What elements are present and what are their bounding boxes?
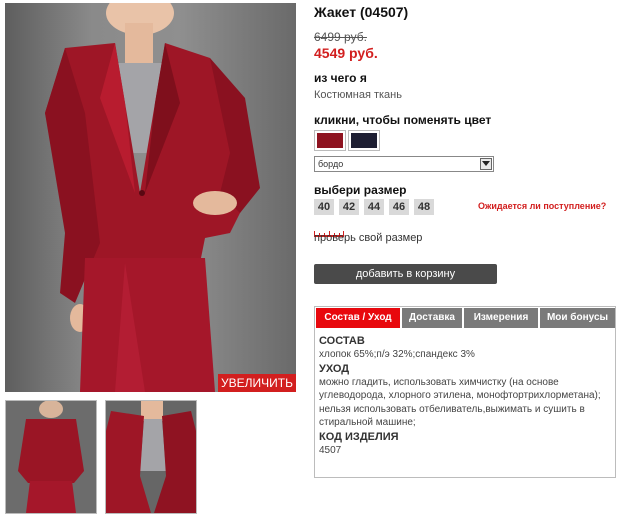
swatch-fill (317, 133, 343, 148)
jacket-photo-illustration (45, 3, 260, 392)
chevron-down-icon[interactable] (480, 158, 492, 170)
swatch-fill (351, 133, 377, 148)
tab-measurements[interactable]: Измерения (464, 308, 538, 328)
color-swatch-navy[interactable] (348, 130, 380, 151)
tab-delivery[interactable]: Доставка (402, 308, 462, 328)
thumbnail-front-illustration (106, 401, 196, 513)
material-value: Костюмная ткань (314, 89, 402, 101)
availability-link[interactable]: Ожидается ли поступление? (478, 201, 606, 211)
color-select[interactable]: бордо (314, 156, 494, 172)
tab-my-bonuses[interactable]: Мои бонусы (540, 308, 615, 328)
product-main-photo[interactable]: УВЕЛИЧИТЬ (5, 3, 296, 392)
thumbnail-back-illustration (6, 401, 96, 513)
size-label: выбери размер (314, 183, 407, 197)
thumbnail-back-view[interactable] (5, 400, 97, 514)
size-option-42[interactable]: 42 (339, 199, 359, 215)
check-size-link[interactable]: проверь свой размер (314, 232, 422, 244)
material-label: из чего я (314, 71, 367, 85)
color-swatch-bordo[interactable] (314, 130, 346, 151)
color-label: кликни, чтобы поменять цвет (314, 113, 492, 127)
tab-composition-care[interactable]: Состав / Уход (316, 308, 400, 328)
care-text: можно гладить, использовать химчистку (н… (319, 376, 601, 429)
product-title: Жакет (04507) (314, 4, 409, 20)
size-option-44[interactable]: 44 (364, 199, 384, 215)
composition-text: хлопок 65%;п/э 32%;спандекс 3% (319, 349, 475, 360)
color-select-value: бордо (318, 159, 344, 169)
size-option-46[interactable]: 46 (389, 199, 409, 215)
size-option-48[interactable]: 48 (414, 199, 434, 215)
old-price: 6499 руб. (314, 30, 367, 44)
zoom-button[interactable]: УВЕЛИЧИТЬ (218, 374, 296, 392)
product-info-box: Состав / Уход Доставка Измерения Мои бон… (314, 306, 616, 478)
size-option-40[interactable]: 40 (314, 199, 334, 215)
composition-heading: СОСТАВ (319, 335, 365, 347)
care-heading: УХОД (319, 362, 350, 375)
add-to-cart-button[interactable]: добавить в корзину (314, 264, 497, 284)
info-content: СОСТАВ хлопок 65%;п/э 32%;спандекс 3% УХ… (319, 334, 611, 457)
product-code-heading: КОД ИЗДЕЛИЯ (319, 430, 399, 443)
current-price: 4549 руб. (314, 45, 378, 61)
thumbnail-front-closeup[interactable] (105, 400, 197, 514)
product-code-value: 4507 (319, 444, 342, 456)
